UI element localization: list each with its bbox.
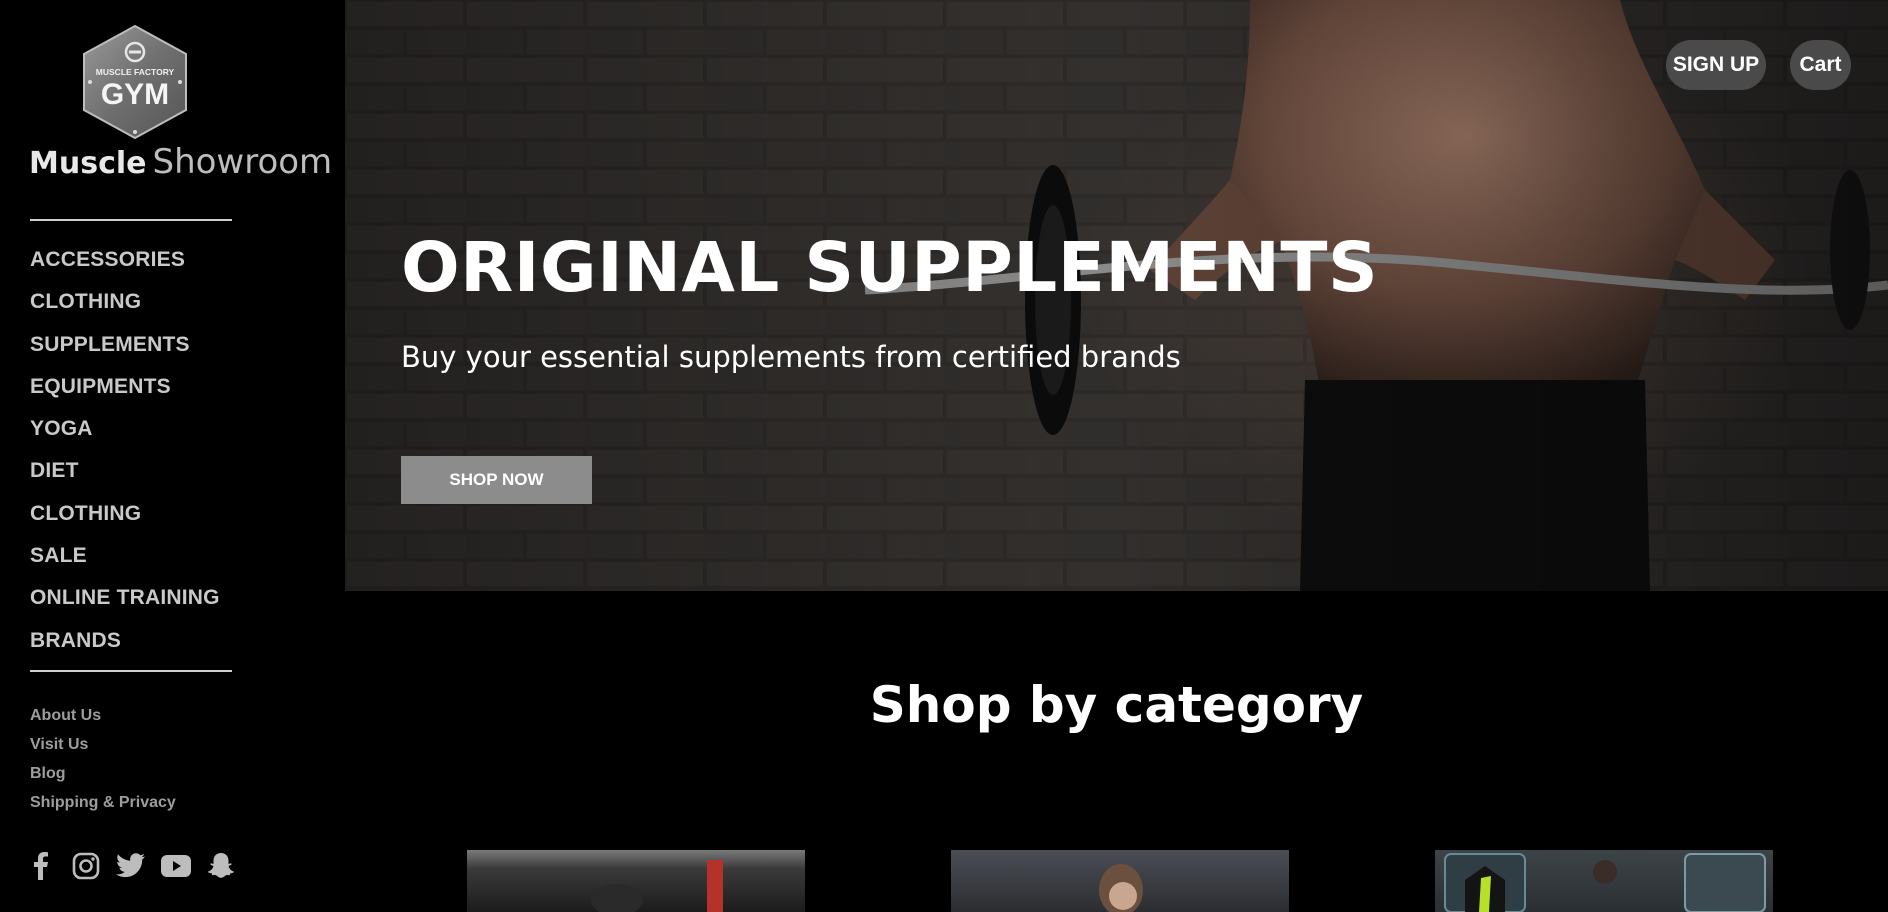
nav-item-equipments[interactable]: EQUIPMENTS xyxy=(30,373,220,415)
nav-item-label[interactable]: SALE xyxy=(30,544,87,567)
nav-item-label[interactable]: BRANDS xyxy=(30,629,121,652)
nav-item-yoga[interactable]: YOGA xyxy=(30,415,220,457)
snapchat-icon[interactable] xyxy=(206,851,236,881)
brand-name[interactable]: Muscle Showroom xyxy=(29,142,332,182)
sidebar: MUSCLE FACTORY GYM Muscle Showroom ACCESS… xyxy=(0,0,345,912)
sidebar-nav: ACCESSORIES CLOTHING SUPPLEMENTS EQUIPME… xyxy=(30,246,220,669)
sidebar-divider xyxy=(30,219,232,221)
svg-text:GYM: GYM xyxy=(101,78,169,111)
footer-link-visit[interactable]: Visit Us xyxy=(30,736,176,765)
cart-button[interactable]: Cart xyxy=(1790,40,1851,90)
sign-up-button[interactable]: SIGN UP xyxy=(1666,40,1766,90)
nav-item-brands[interactable]: BRANDS xyxy=(30,627,220,669)
nav-item-label[interactable]: YOGA xyxy=(30,417,93,440)
nav-item-label[interactable]: ACCESSORIES xyxy=(30,248,185,271)
nav-item-clothing[interactable]: CLOTHING xyxy=(30,288,220,330)
footer-links: About Us Visit Us Blog Shipping & Privac… xyxy=(30,707,176,823)
brand-name-bold: Muscle xyxy=(29,146,147,181)
nav-item-label[interactable]: CLOTHING xyxy=(30,502,141,525)
social-links xyxy=(26,851,236,881)
instagram-icon[interactable] xyxy=(71,851,101,881)
youtube-icon[interactable] xyxy=(161,851,191,881)
nav-item-label[interactable]: DIET xyxy=(30,459,79,482)
nav-item-diet[interactable]: DIET xyxy=(30,457,220,499)
nav-item-label[interactable]: ONLINE TRAINING xyxy=(30,586,220,609)
section-title: Shop by category xyxy=(869,676,1364,734)
gym-logo[interactable]: MUSCLE FACTORY GYM xyxy=(80,24,190,140)
twitter-icon[interactable] xyxy=(116,851,146,881)
footer-link-about[interactable]: About Us xyxy=(30,707,176,736)
nav-item-sale[interactable]: SALE xyxy=(30,542,220,584)
brand-name-light: Showroom xyxy=(152,142,333,182)
nav-item-clothing-2[interactable]: CLOTHING xyxy=(30,500,220,542)
footer-link-shipping[interactable]: Shipping & Privacy xyxy=(30,794,176,823)
hero-title: ORIGINAL SUPPLEMENTS xyxy=(401,228,1379,308)
hero-subtitle: Buy your essential supplements from cert… xyxy=(401,340,1181,374)
footer-link-blog[interactable]: Blog xyxy=(30,765,176,794)
sidebar-divider xyxy=(30,670,232,672)
category-card-image[interactable] xyxy=(467,850,805,912)
nav-item-label[interactable]: SUPPLEMENTS xyxy=(30,333,190,356)
nav-item-supplements[interactable]: SUPPLEMENTS xyxy=(30,331,220,373)
nav-item-accessories[interactable]: ACCESSORIES xyxy=(30,246,220,288)
category-card-image[interactable] xyxy=(951,850,1289,912)
nav-item-online-training[interactable]: ONLINE TRAINING xyxy=(30,584,220,626)
nav-item-label[interactable]: EQUIPMENTS xyxy=(30,375,171,398)
category-card-image[interactable] xyxy=(1435,850,1773,912)
shop-now-button[interactable]: SHOP NOW xyxy=(401,456,592,504)
hero-banner: ORIGINAL SUPPLEMENTS Buy your essential … xyxy=(345,0,1888,591)
nav-item-label[interactable]: CLOTHING xyxy=(30,290,141,313)
svg-text:MUSCLE FACTORY: MUSCLE FACTORY xyxy=(96,67,175,77)
facebook-icon[interactable] xyxy=(26,851,56,881)
